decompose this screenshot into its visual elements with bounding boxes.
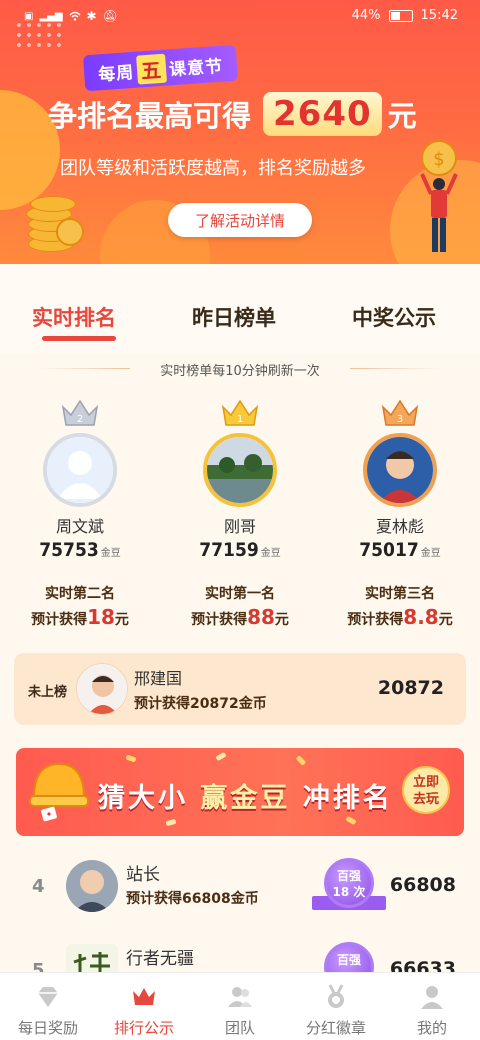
clock: 15:42: [420, 8, 458, 23]
play-now-button[interactable]: 立即 去玩: [402, 766, 450, 814]
crown-icon: [133, 988, 155, 1005]
gold-crown-icon: 1: [221, 399, 259, 426]
status-bar: ▣ ▂▄▆ ✱ 🔕︎ 44% 15:42: [0, 0, 480, 34]
player-name: 夏林彪: [375, 517, 424, 536]
player-name: 刚哥: [223, 517, 256, 536]
nav-dividend-badges[interactable]: 分红徽章: [288, 973, 384, 1040]
signal-icon: ▂▄▆: [39, 10, 63, 22]
bronze-crown-icon: 3: [381, 399, 419, 426]
person-holding-coin-icon: $: [420, 140, 458, 252]
active-tab-indicator: [42, 336, 116, 341]
activity-details-button[interactable]: 了解活动详情: [168, 203, 312, 237]
status-icons-left: ▣ ▂▄▆ ✱ 🔕︎: [24, 9, 118, 23]
tab-yesterday-list[interactable]: 昨日榜单: [192, 302, 276, 332]
rank-number: 4: [32, 876, 45, 897]
banner-title: 争排名最高可得 2640 元: [48, 92, 417, 136]
ranking-tabs: 实时排名 昨日榜单 中奖公示: [0, 264, 480, 354]
svg-text:1: 1: [237, 414, 243, 425]
medal-icon: [328, 984, 344, 1008]
estimated-reward: 预计获得66808金币: [126, 891, 259, 907]
player-score: 75753 金豆: [39, 539, 121, 561]
nav-team[interactable]: 团队: [192, 973, 288, 1040]
dice-cup-icon: [29, 762, 89, 822]
silver-crown-icon: 2: [61, 399, 99, 426]
player-score: 66808: [389, 874, 456, 896]
svg-text:$: $: [433, 149, 444, 170]
top100-badge-icon: 百强 18 次: [312, 854, 386, 920]
banner-subtitle: 团队等级和活跃度越高，排名奖励越多: [60, 158, 366, 179]
my-score: 20872: [377, 677, 444, 699]
estimated-reward: 预计获得8.8元: [347, 605, 453, 629]
promo-slogan: 猜大小 赢金豆 冲排名: [98, 783, 393, 814]
battery-icon: [388, 9, 413, 22]
table-row[interactable]: 4 站长 预计获得66808金币 百强 18 次 66808: [0, 844, 480, 928]
avatar: [363, 433, 437, 507]
battery-percent: 44%: [351, 8, 381, 23]
mute-icon: 🔕︎: [102, 9, 118, 23]
status-icons-right: 44% 15:42: [352, 8, 458, 23]
nav-rankings[interactable]: 排行公示: [96, 973, 192, 1040]
child-photo-avatar-icon: [367, 437, 433, 503]
avatar: [203, 433, 277, 507]
player-name: 行者无疆: [126, 949, 194, 969]
nav-daily-rewards[interactable]: 每日奖励: [0, 973, 96, 1040]
bottom-navigation: 每日奖励 排行公示 团队 分红徽章 我的: [0, 972, 480, 1040]
profile-icon: [421, 986, 443, 1009]
team-icon: [228, 987, 252, 1007]
rank-label: 实时第一名: [205, 586, 275, 602]
nav-profile[interactable]: 我的: [384, 973, 480, 1040]
svg-text:2: 2: [77, 414, 83, 425]
svg-text:3: 3: [397, 414, 403, 425]
weekly-event-tag: 每周 五 课意节: [82, 44, 239, 92]
diamond-icon: [38, 987, 58, 1007]
child-avatar-icon: [77, 664, 127, 714]
man-avatar-icon: [66, 860, 118, 912]
avatar: [76, 663, 128, 715]
promo-banner: 每周 五 课意节 争排名最高可得 2640 元 团队等级和活跃度越高，排名奖励越…: [0, 0, 480, 264]
avatar: [66, 860, 118, 912]
sim-icon: ▣: [24, 10, 34, 22]
wifi-icon: [69, 11, 81, 21]
tab-winners-announcement[interactable]: 中奖公示: [352, 302, 436, 332]
tab-realtime-ranking[interactable]: 实时排名: [32, 302, 116, 332]
my-estimated-reward: 预计获得20872金币: [134, 696, 267, 712]
unranked-tag: 未上榜: [28, 685, 68, 700]
player-name: 站长: [126, 865, 160, 885]
landscape-avatar-icon: [207, 437, 273, 503]
rank-label: 实时第二名: [45, 586, 115, 602]
player-score: 77159 金豆: [199, 539, 281, 561]
my-ranking-card[interactable]: 未上榜 邢建国 预计获得20872金币 20872: [14, 653, 466, 725]
prize-amount: 2640: [263, 92, 382, 136]
estimated-reward: 预计获得88元: [191, 605, 289, 629]
coin-stack-icon: [22, 188, 84, 254]
estimated-reward: 预计获得18元: [31, 605, 129, 629]
guess-game-banner[interactable]: 猜大小 赢金豆 冲排名 立即 去玩: [16, 748, 464, 836]
player-name: 周文斌: [55, 517, 104, 536]
avatar: [43, 433, 117, 507]
default-avatar-icon: [47, 437, 113, 503]
my-name: 邢建国: [134, 669, 183, 688]
rank-label: 实时第三名: [365, 586, 435, 602]
refresh-note: 实时榜单每10分钟刷新一次: [160, 364, 320, 379]
bluetooth-icon: ✱: [86, 9, 97, 23]
player-score: 75017 金豆: [359, 539, 441, 561]
